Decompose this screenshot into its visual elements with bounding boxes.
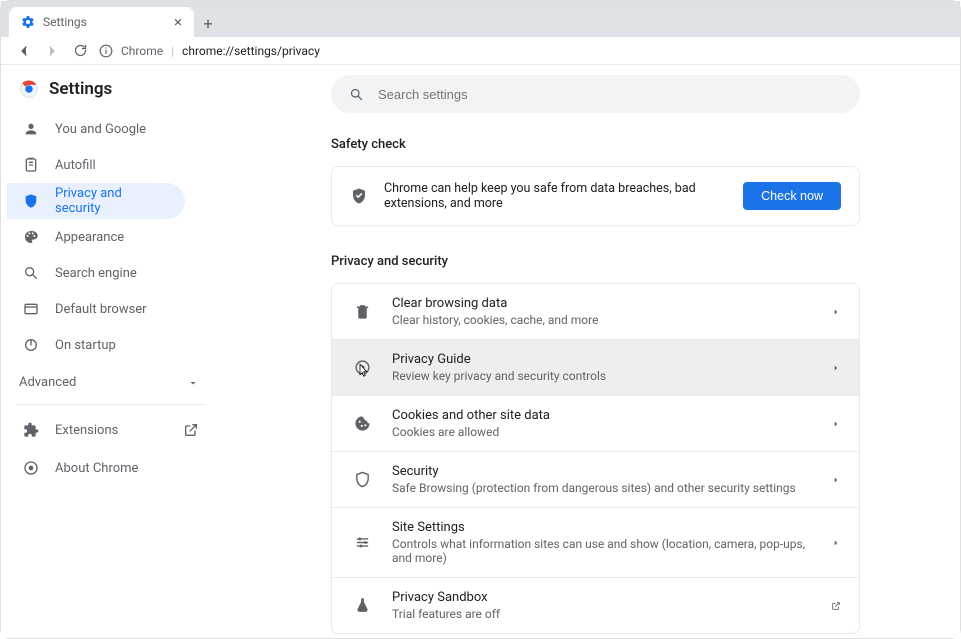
row-site-settings[interactable]: Site Settings Controls what information …	[332, 507, 859, 577]
address-url: chrome://settings/privacy	[182, 44, 320, 58]
address-separator: |	[171, 44, 174, 58]
row-title: Site Settings	[392, 520, 813, 535]
external-link-icon	[183, 422, 199, 438]
row-subtitle: Cookies are allowed	[392, 425, 813, 439]
row-title: Clear browsing data	[392, 296, 813, 311]
toolbar: Chrome | chrome://settings/privacy	[1, 37, 960, 65]
sidebar-item-label: You and Google	[55, 122, 146, 137]
row-privacy-guide[interactable]: Privacy Guide Review key privacy and sec…	[332, 339, 859, 395]
row-subtitle: Safe Browsing (protection from dangerous…	[392, 481, 813, 495]
new-tab-button[interactable]: +	[194, 9, 222, 37]
search-settings[interactable]	[331, 75, 860, 113]
close-icon[interactable]: ×	[174, 15, 182, 30]
advanced-label: Advanced	[19, 375, 76, 390]
safety-check-text: Chrome can help keep you safe from data …	[384, 181, 727, 211]
safety-check-heading: Safety check	[331, 137, 860, 152]
sliders-icon	[350, 534, 374, 551]
privacy-security-heading: Privacy and security	[331, 254, 860, 269]
sidebar-about-chrome[interactable]: About Chrome	[7, 449, 215, 487]
sidebar-item-search-engine[interactable]: Search engine	[7, 255, 185, 291]
row-title: Privacy Sandbox	[392, 590, 813, 605]
chevron-right-icon	[831, 475, 841, 485]
mouse-cursor-icon	[354, 362, 372, 384]
settings-sidebar: Settings You and Google Autofill Privacy…	[1, 65, 221, 638]
search-icon	[349, 87, 364, 102]
row-security[interactable]: Security Safe Browsing (protection from …	[332, 451, 859, 507]
sidebar-item-label: Search engine	[55, 266, 137, 281]
reload-button[interactable]	[71, 42, 89, 60]
tab-strip: Settings × +	[1, 1, 960, 37]
trash-icon	[350, 303, 374, 320]
safety-check-card: Chrome can help keep you safe from data …	[331, 166, 860, 226]
row-subtitle: Controls what information sites can use …	[392, 537, 813, 565]
chevron-right-icon	[831, 538, 841, 548]
sidebar-item-autofill[interactable]: Autofill	[7, 147, 185, 183]
page-header: Settings	[7, 79, 215, 111]
chevron-down-icon	[187, 377, 199, 389]
forward-button[interactable]	[43, 42, 61, 60]
row-title: Security	[392, 464, 813, 479]
shield-icon	[350, 471, 374, 488]
sidebar-item-label: Default browser	[55, 302, 147, 317]
row-title: Cookies and other site data	[392, 408, 813, 423]
tab-title: Settings	[43, 15, 87, 29]
flask-icon	[350, 597, 374, 614]
sidebar-item-label: On startup	[55, 338, 116, 353]
shield-check-icon	[350, 187, 368, 205]
sidebar-item-privacy-security[interactable]: Privacy and security	[7, 183, 185, 219]
chrome-logo-icon	[19, 79, 39, 99]
row-subtitle: Clear history, cookies, cache, and more	[392, 313, 813, 327]
browser-tab[interactable]: Settings ×	[9, 7, 194, 37]
row-subtitle: Trial features are off	[392, 607, 813, 621]
row-subtitle: Review key privacy and security controls	[392, 369, 813, 383]
check-now-button[interactable]: Check now	[743, 182, 841, 210]
address-bar[interactable]: Chrome | chrome://settings/privacy	[99, 44, 320, 58]
about-label: About Chrome	[55, 461, 138, 476]
site-info-icon[interactable]	[99, 44, 113, 58]
page-title: Settings	[49, 79, 112, 99]
settings-gear-icon	[21, 15, 35, 29]
address-origin: Chrome	[121, 44, 163, 58]
row-privacy-sandbox[interactable]: Privacy Sandbox Trial features are off	[332, 577, 859, 633]
sidebar-item-label: Privacy and security	[55, 186, 169, 216]
privacy-list: Clear browsing data Clear history, cooki…	[331, 283, 860, 634]
sidebar-item-label: Appearance	[55, 230, 124, 245]
chevron-right-icon	[831, 307, 841, 317]
cookie-icon	[350, 415, 374, 432]
sidebar-item-on-startup[interactable]: On startup	[7, 327, 185, 363]
external-link-icon	[831, 601, 841, 611]
extensions-label: Extensions	[55, 423, 118, 438]
search-input[interactable]	[378, 87, 842, 102]
back-button[interactable]	[15, 42, 33, 60]
main-content: Safety check Chrome can help keep you sa…	[221, 65, 960, 638]
sidebar-item-label: Autofill	[55, 158, 96, 173]
row-clear-browsing-data[interactable]: Clear browsing data Clear history, cooki…	[332, 284, 859, 339]
row-cookies[interactable]: Cookies and other site data Cookies are …	[332, 395, 859, 451]
row-title: Privacy Guide	[392, 352, 813, 367]
chevron-right-icon	[831, 419, 841, 429]
sidebar-item-default-browser[interactable]: Default browser	[7, 291, 185, 327]
sidebar-divider	[17, 404, 205, 405]
sidebar-extensions-link[interactable]: Extensions	[7, 411, 215, 449]
sidebar-item-appearance[interactable]: Appearance	[7, 219, 185, 255]
sidebar-item-you-and-google[interactable]: You and Google	[7, 111, 185, 147]
sidebar-advanced-toggle[interactable]: Advanced	[7, 363, 215, 398]
chevron-right-icon	[831, 363, 841, 373]
